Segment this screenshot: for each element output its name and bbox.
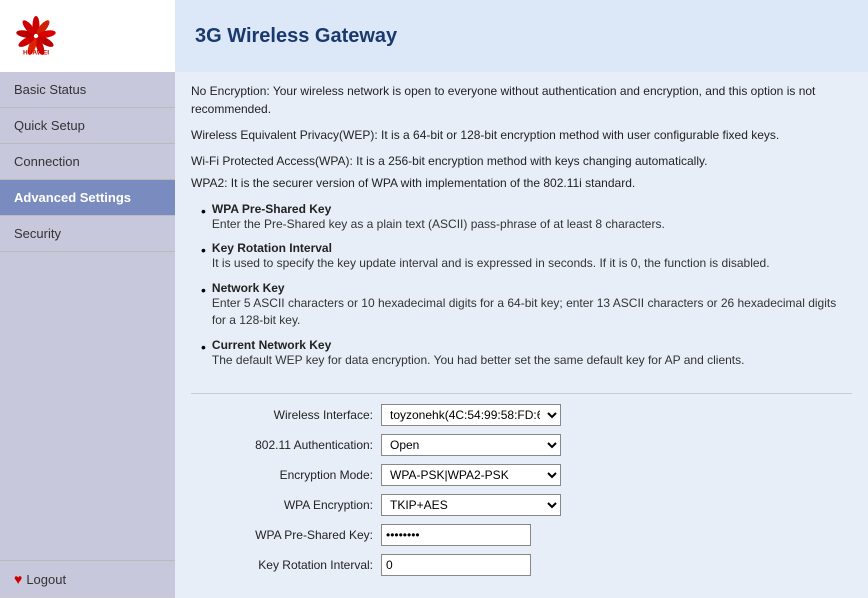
form-row-wpa-encryption: WPA Encryption:TKIPAESTKIP+AES xyxy=(191,494,852,516)
bullet-content: Current Network Key The default WEP key … xyxy=(212,338,745,369)
input-wpa-psk[interactable] xyxy=(381,524,531,546)
sidebar-item-connection[interactable]: Connection xyxy=(0,144,175,180)
sidebar-item-quick-setup[interactable]: Quick Setup xyxy=(0,108,175,144)
logout-label: Logout xyxy=(26,572,66,587)
sidebar-item-advanced-settings[interactable]: Advanced Settings xyxy=(0,180,175,216)
sidebar-item-security[interactable]: Security xyxy=(0,216,175,252)
bullet-title: Key Rotation Interval xyxy=(212,241,770,255)
bullet-content: WPA Pre-Shared Key Enter the Pre-Shared … xyxy=(212,202,665,233)
wep-text: Wireless Equivalent Privacy(WEP): It is … xyxy=(191,126,852,144)
form-label-wireless-interface: Wireless Interface: xyxy=(191,408,381,422)
select-encryption-mode[interactable]: NoneWEPWPA-PSK|WPA2-PSK xyxy=(381,464,561,486)
bullet-desc: Enter 5 ASCII characters or 10 hexadecim… xyxy=(212,295,852,330)
bullet-dot: • xyxy=(201,202,206,222)
form-section: Wireless Interface:toyzonehk(4C:54:99:58… xyxy=(191,393,852,584)
bullet-item-1: • Key Rotation Interval It is used to sp… xyxy=(201,241,852,272)
form-row-encryption-mode: Encryption Mode:NoneWEPWPA-PSK|WPA2-PSK xyxy=(191,464,852,486)
form-label-encryption-mode: Encryption Mode: xyxy=(191,468,381,482)
bullet-dot: • xyxy=(201,241,206,261)
content-area: No Encryption: Your wireless network is … xyxy=(175,72,868,598)
form-label-auth-mode: 802.11 Authentication: xyxy=(191,438,381,452)
sidebar: Basic Status Quick Setup Connection Adva… xyxy=(0,72,175,598)
select-auth-mode[interactable]: OpenSharedAuto xyxy=(381,434,561,456)
select-wpa-encryption[interactable]: TKIPAESTKIP+AES xyxy=(381,494,561,516)
page-title: 3G Wireless Gateway xyxy=(175,0,868,72)
form-row-auth-mode: 802.11 Authentication:OpenSharedAuto xyxy=(191,434,852,456)
wpa-text: Wi-Fi Protected Access(WPA): It is a 256… xyxy=(191,152,852,170)
bullet-content: Network Key Enter 5 ASCII characters or … xyxy=(212,281,852,330)
svg-text:HUAWEI: HUAWEI xyxy=(23,50,49,57)
bullet-desc: Enter the Pre-Shared key as a plain text… xyxy=(212,216,665,233)
bullet-desc: It is used to specify the key update int… xyxy=(212,255,770,272)
input-key-rotation[interactable] xyxy=(381,554,531,576)
wpa2-text: WPA2: It is the securer version of WPA w… xyxy=(191,174,852,192)
bullet-item-3: • Current Network Key The default WEP ke… xyxy=(201,338,852,369)
bullet-item-0: • WPA Pre-Shared Key Enter the Pre-Share… xyxy=(201,202,852,233)
bullet-title: WPA Pre-Shared Key xyxy=(212,202,665,216)
form-row-key-rotation: Key Rotation Interval: xyxy=(191,554,852,576)
huawei-logo: HUAWEI xyxy=(10,11,62,61)
bullet-dot: • xyxy=(201,338,206,358)
form-row-wireless-interface: Wireless Interface:toyzonehk(4C:54:99:58… xyxy=(191,404,852,426)
logout-icon: ♥ xyxy=(14,571,22,587)
bullet-dot: • xyxy=(201,281,206,301)
bullet-title: Current Network Key xyxy=(212,338,745,352)
form-label-key-rotation: Key Rotation Interval: xyxy=(191,558,381,572)
sidebar-item-logout[interactable]: ♥ Logout xyxy=(0,560,175,598)
intro-text: No Encryption: Your wireless network is … xyxy=(191,82,852,118)
form-label-wpa-psk: WPA Pre-Shared Key: xyxy=(191,528,381,542)
bullet-content: Key Rotation Interval It is used to spec… xyxy=(212,241,770,272)
select-wireless-interface[interactable]: toyzonehk(4C:54:99:58:FD:6A) xyxy=(381,404,561,426)
bullet-title: Network Key xyxy=(212,281,852,295)
sidebar-item-basic-status[interactable]: Basic Status xyxy=(0,72,175,108)
bullet-list: • WPA Pre-Shared Key Enter the Pre-Share… xyxy=(201,202,852,377)
form-row-wpa-psk: WPA Pre-Shared Key: xyxy=(191,524,852,546)
bullet-item-2: • Network Key Enter 5 ASCII characters o… xyxy=(201,281,852,330)
bullet-desc: The default WEP key for data encryption.… xyxy=(212,352,745,369)
form-label-wpa-encryption: WPA Encryption: xyxy=(191,498,381,512)
